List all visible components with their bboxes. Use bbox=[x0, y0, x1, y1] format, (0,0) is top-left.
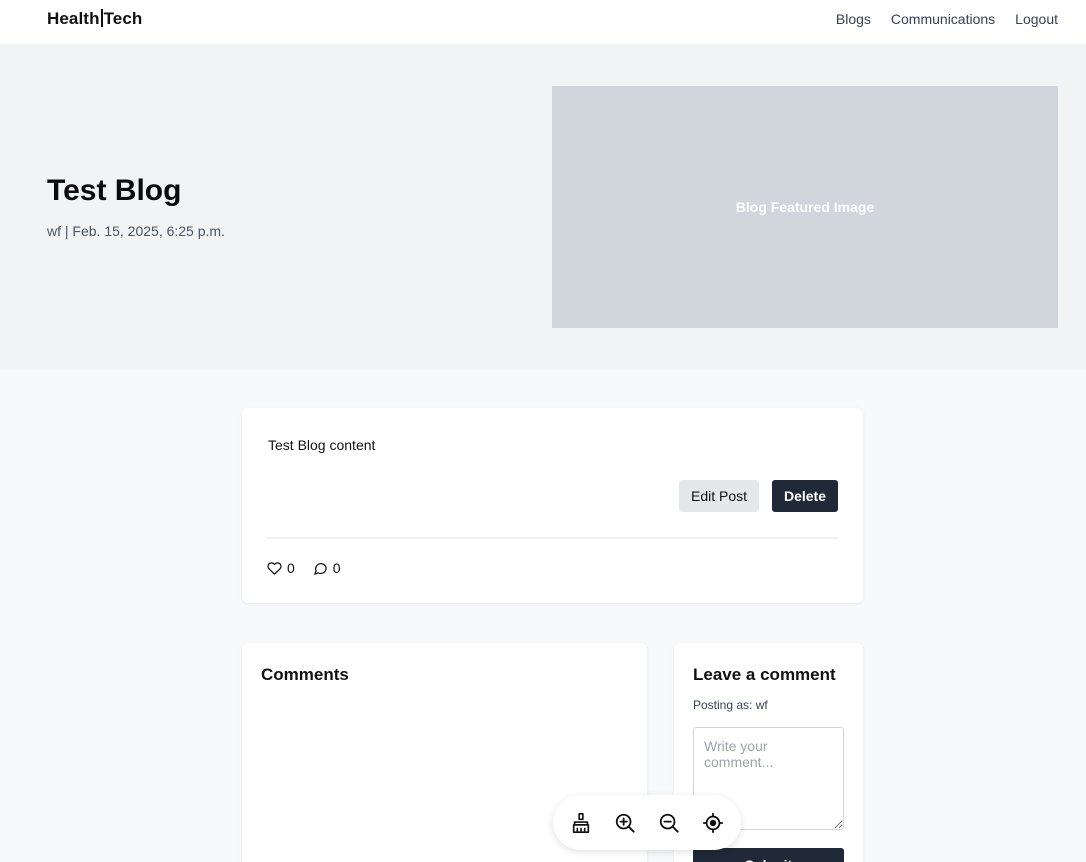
comment-stat[interactable]: 0 bbox=[313, 560, 341, 576]
floating-toolbar bbox=[553, 795, 741, 850]
nav-link-logout[interactable]: Logout bbox=[1015, 11, 1058, 27]
blog-hero: Test Blog wf | Feb. 15, 2025, 6:25 p.m. … bbox=[0, 44, 1086, 369]
heart-icon bbox=[267, 561, 282, 575]
zoom-in-tool[interactable] bbox=[610, 808, 640, 838]
comment-icon bbox=[314, 562, 327, 575]
delete-button[interactable]: Delete bbox=[772, 480, 838, 512]
top-navbar: Health Tech Blogs Communications Logout bbox=[0, 0, 1086, 44]
submit-button[interactable]: Submit bbox=[693, 848, 844, 862]
brand-left: Health bbox=[47, 9, 100, 28]
post-card: Test Blog content Edit Post Delete 0 0 bbox=[242, 408, 863, 603]
nav-link-blogs[interactable]: Blogs bbox=[836, 11, 871, 27]
broom-tool[interactable] bbox=[566, 808, 596, 838]
broom-icon bbox=[572, 812, 590, 833]
leave-comment-title: Leave a comment bbox=[693, 665, 836, 684]
brand-separator bbox=[100, 9, 103, 27]
posting-as-label: Posting as: wf bbox=[693, 698, 768, 712]
brand-right: Tech bbox=[103, 9, 143, 28]
nav-link-communications[interactable]: Communications bbox=[891, 11, 995, 27]
blog-meta: wf | Feb. 15, 2025, 6:25 p.m. bbox=[47, 223, 225, 239]
zoom-in-icon bbox=[615, 813, 635, 833]
nav-links: Blogs Communications Logout bbox=[836, 11, 1058, 27]
featured-image-placeholder: Blog Featured Image bbox=[552, 86, 1058, 328]
like-stat[interactable]: 0 bbox=[267, 560, 295, 576]
post-stats: 0 0 bbox=[267, 560, 341, 576]
edit-post-button[interactable]: Edit Post bbox=[679, 480, 759, 512]
zoom-out-tool[interactable] bbox=[654, 808, 684, 838]
comment-count: 0 bbox=[332, 560, 341, 576]
post-divider bbox=[267, 537, 838, 539]
zoom-out-icon bbox=[659, 813, 679, 833]
locate-icon bbox=[702, 812, 724, 833]
locate-tool[interactable] bbox=[698, 808, 728, 838]
like-count: 0 bbox=[287, 560, 295, 576]
comments-title: Comments bbox=[261, 665, 349, 684]
blog-title: Test Blog bbox=[47, 174, 182, 207]
brand-logo[interactable]: Health Tech bbox=[47, 9, 142, 29]
post-content: Test Blog content bbox=[268, 437, 376, 453]
featured-image-label: Blog Featured Image bbox=[735, 199, 875, 215]
